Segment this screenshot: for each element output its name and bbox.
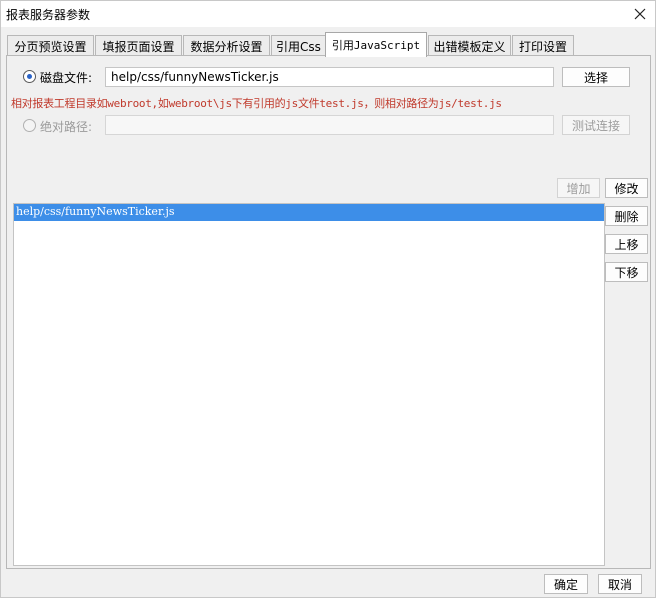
tab-data-analysis[interactable]: 数据分析设置 bbox=[183, 35, 270, 56]
cancel-button[interactable]: 取消 bbox=[598, 574, 642, 594]
tab-fill-page[interactable]: 填报页面设置 bbox=[95, 35, 182, 56]
tab-css[interactable]: 引用Css bbox=[271, 35, 326, 56]
absolute-path-radio[interactable] bbox=[23, 119, 36, 132]
move-up-button[interactable]: 上移 bbox=[605, 234, 648, 254]
tab-pagination-preview[interactable]: 分页预览设置 bbox=[7, 35, 94, 56]
tab-print-settings[interactable]: 打印设置 bbox=[512, 35, 574, 56]
close-icon[interactable] bbox=[628, 3, 652, 25]
js-file-list[interactable]: help/css/funnyNewsTicker.js bbox=[13, 203, 605, 566]
disk-file-input[interactable]: help/css/funnyNewsTicker.js bbox=[105, 67, 554, 87]
modify-button[interactable]: 修改 bbox=[605, 178, 648, 198]
tab-error-template[interactable]: 出错模板定义 bbox=[428, 35, 511, 56]
add-button[interactable]: 增加 bbox=[557, 178, 600, 198]
dialog-window: 报表服务器参数 分页预览设置 填报页面设置 数据分析设置 引用Css 引用Jav… bbox=[0, 0, 656, 598]
choose-file-button[interactable]: 选择 bbox=[562, 67, 630, 87]
relative-path-hint: 相对报表工程目录如webroot,如webroot\js下有引用的js文件tes… bbox=[11, 97, 502, 110]
absolute-path-label: 绝对路径: bbox=[40, 120, 93, 134]
test-connection-button[interactable]: 测试连接 bbox=[562, 115, 630, 135]
window-title: 报表服务器参数 bbox=[6, 8, 91, 22]
move-down-button[interactable]: 下移 bbox=[605, 262, 648, 282]
ok-button[interactable]: 确定 bbox=[544, 574, 588, 594]
title-bar: 报表服务器参数 bbox=[1, 1, 655, 27]
delete-button[interactable]: 删除 bbox=[605, 206, 648, 226]
tab-javascript[interactable]: 引用JavaScript bbox=[325, 32, 427, 57]
disk-file-radio[interactable] bbox=[23, 70, 36, 83]
disk-file-label: 磁盘文件: bbox=[40, 71, 93, 85]
absolute-path-input[interactable] bbox=[105, 115, 554, 135]
list-item[interactable]: help/css/funnyNewsTicker.js bbox=[14, 204, 604, 221]
